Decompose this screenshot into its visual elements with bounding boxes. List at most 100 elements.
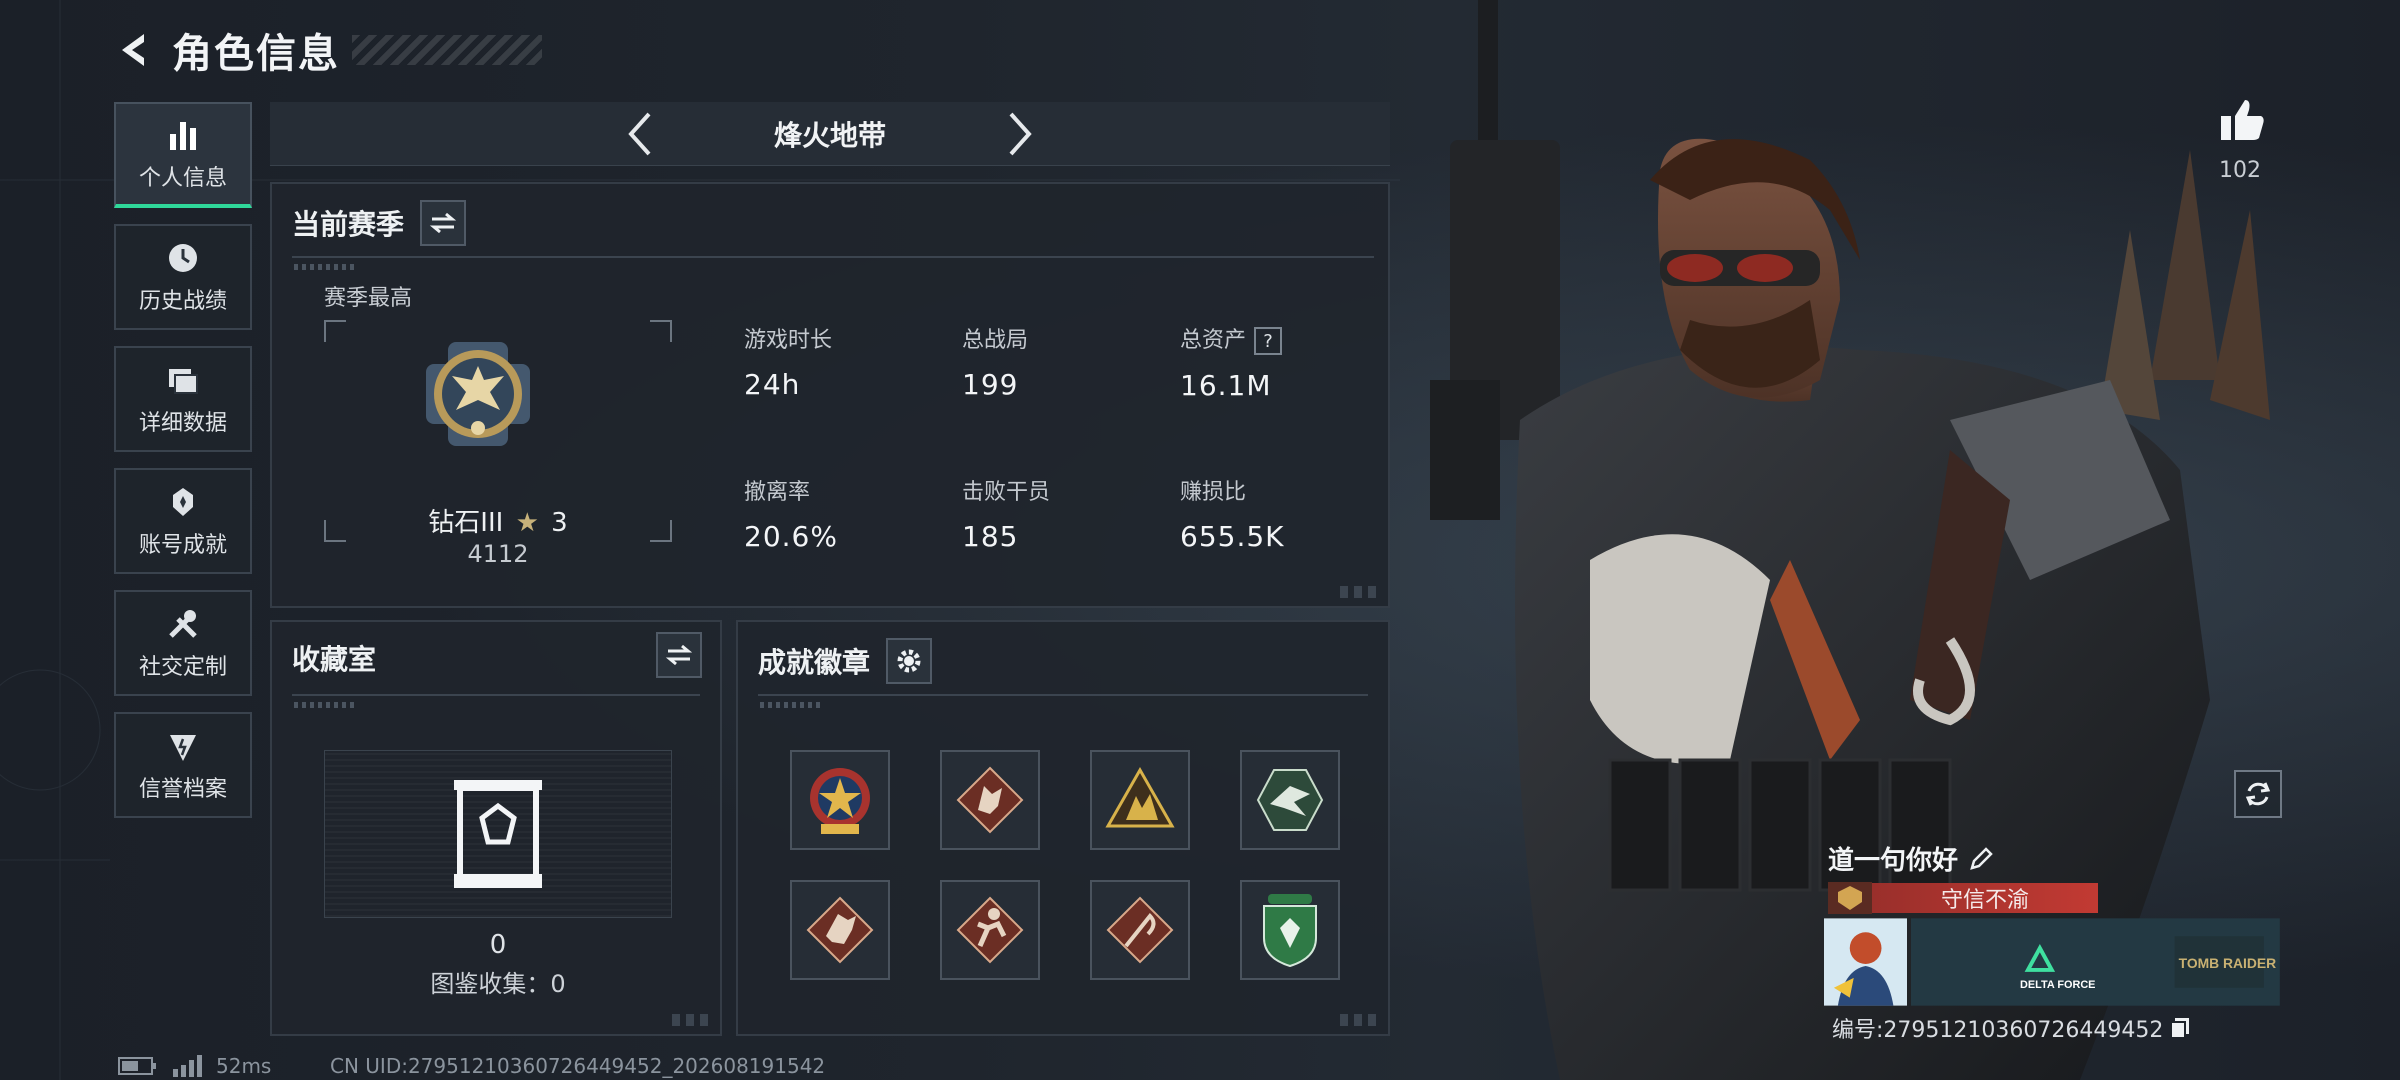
mountain-badge[interactable] xyxy=(1090,750,1190,850)
title-decor xyxy=(352,35,542,65)
status-bar: 52ms xyxy=(118,1054,271,1078)
panel-title: 当前赛季 xyxy=(292,208,405,241)
stat-operators-defeated: 击败干员 185 xyxy=(962,474,1050,553)
corner-decor xyxy=(1340,586,1380,598)
back-button[interactable] xyxy=(112,28,156,72)
stat-value: 20.6% xyxy=(744,520,838,553)
stat-profit-ratio: 赚损比 655.5K xyxy=(1180,474,1285,553)
history-clock-icon xyxy=(164,239,202,277)
rank-name: 钻石III xyxy=(428,508,504,538)
collection-switch-button[interactable] xyxy=(656,632,702,678)
mode-selector: 烽火地带 xyxy=(270,102,1390,166)
star-emblem-icon xyxy=(810,768,870,834)
eagle-emblem-icon xyxy=(1256,769,1324,831)
stat-label: 撤离率 xyxy=(744,480,811,505)
dragon-emblem-icon xyxy=(806,896,874,964)
star-emblem-badge[interactable] xyxy=(790,750,890,850)
swap-icon xyxy=(429,212,457,234)
star-icon: ★ xyxy=(515,508,539,538)
rank-score: 4112 xyxy=(467,540,529,568)
reputation-icon xyxy=(164,727,202,765)
scythe-badge[interactable] xyxy=(1090,880,1190,980)
mountain-emblem-icon xyxy=(1105,766,1175,828)
achievement-icon xyxy=(164,483,202,521)
like-count: 102 xyxy=(2219,158,2261,183)
stat-value: 655.5K xyxy=(1180,520,1285,553)
greeting-row: 道一句你好 xyxy=(1828,840,1994,877)
tomb-raider-logo: TOMB RAIDER xyxy=(2179,955,2277,971)
season-best-label: 赛季最高 xyxy=(324,286,413,311)
signal-icon xyxy=(173,1055,202,1077)
corner-decor xyxy=(1340,1014,1380,1026)
sidebar-item-label: 个人信息 xyxy=(138,166,227,191)
rank-stars: 3 xyxy=(551,508,568,538)
rule-decor xyxy=(294,264,354,270)
panel-title: 成就徽章 xyxy=(758,646,871,679)
mode-title: 烽火地带 xyxy=(773,118,886,152)
collection-label: 图鉴收集：0 xyxy=(430,970,566,998)
rule-decor xyxy=(294,702,354,708)
copy-icon[interactable] xyxy=(2169,1016,2191,1040)
stat-label: 游戏时长 xyxy=(744,328,833,353)
refresh-icon xyxy=(2245,782,2271,806)
mode-next-button[interactable] xyxy=(996,110,1044,158)
current-season-panel: 当前赛季 赛季最高 钻石III ★ 3 4112 游戏时长 24h 总战局 19… xyxy=(270,182,1390,608)
stat-value: 185 xyxy=(962,520,1019,553)
header: 角色信息 xyxy=(112,22,542,78)
collection-count: 0 xyxy=(489,930,507,960)
panel-title: 收藏室 xyxy=(292,643,377,676)
edit-pencil-icon[interactable] xyxy=(1968,846,1994,872)
help-button[interactable]: ? xyxy=(1254,327,1283,355)
avatar-card[interactable] xyxy=(1824,918,1908,1006)
shield-emblem-icon xyxy=(1263,894,1317,968)
name-card-banner[interactable]: DELTA FORCE TOMB RAIDER xyxy=(1911,918,2280,1006)
delta-force-logo: DELTA FORCE xyxy=(2020,979,2095,991)
rank-name-row: 钻石III ★ 3 xyxy=(272,502,724,539)
stat-value: 199 xyxy=(962,368,1019,401)
sidebar-item-social[interactable]: 社交定制 xyxy=(114,590,252,696)
sidebar-item-label: 信誉档案 xyxy=(138,777,227,802)
rotate-view-button[interactable] xyxy=(2234,770,2282,818)
battery-icon xyxy=(118,1057,156,1075)
reputation-badge: 守信不渝 xyxy=(1872,883,2098,913)
sidebar-item-achievements[interactable]: 账号成就 xyxy=(114,468,252,574)
tools-icon xyxy=(164,605,202,643)
stat-value: 24h xyxy=(744,368,801,401)
display-case-icon xyxy=(454,780,542,888)
folders-icon xyxy=(164,361,202,399)
stat-label: 击败干员 xyxy=(962,480,1051,505)
reputation-row: 守信不渝 xyxy=(1828,882,2098,914)
eagle-badge[interactable] xyxy=(1240,750,1340,850)
wolf-badge[interactable] xyxy=(940,750,1040,850)
corner-decor xyxy=(672,1014,712,1026)
scythe-emblem-icon xyxy=(1106,896,1174,964)
gear-icon xyxy=(897,649,921,673)
divider xyxy=(758,694,1368,696)
profile-cards: DELTA FORCE TOMB RAIDER xyxy=(1824,918,2280,1006)
player-id: 编号:2795121036072644945​2 xyxy=(1832,1018,2164,1043)
stat-label: 总资产 xyxy=(1180,328,1247,353)
stat-label: 赚损比 xyxy=(1180,480,1247,505)
sidebar-item-personal-info[interactable]: 个人信息 xyxy=(114,102,252,208)
shield-badge[interactable] xyxy=(1240,880,1340,980)
chevron-left-icon xyxy=(628,112,651,156)
player-id-row: 编号:2795121036072644945​2 xyxy=(1832,1012,2191,1044)
runner-badge[interactable] xyxy=(940,880,1040,980)
sidebar-item-history[interactable]: 历史战绩 xyxy=(114,224,252,330)
badge-settings-button[interactable] xyxy=(886,638,933,684)
mode-prev-button[interactable] xyxy=(616,110,664,158)
divider xyxy=(292,694,700,696)
dragon-badge[interactable] xyxy=(790,880,890,980)
wolf-emblem-icon xyxy=(956,766,1024,834)
runner-emblem-icon xyxy=(956,896,1024,964)
chevron-right-icon xyxy=(1009,112,1032,156)
season-switch-button[interactable] xyxy=(420,200,467,246)
sidebar-item-reputation[interactable]: 信誉档案 xyxy=(114,712,252,818)
diamond-rank-emblem-icon xyxy=(426,342,530,446)
stat-total-assets: 总资产? 16.1M xyxy=(1180,322,1283,402)
sidebar-item-detailed-data[interactable]: 详细数据 xyxy=(114,346,252,452)
swap-icon xyxy=(665,644,693,666)
bar-chart-icon xyxy=(164,116,202,154)
stat-label: 总战局 xyxy=(962,328,1029,353)
sidebar-item-label: 历史战绩 xyxy=(138,289,227,314)
